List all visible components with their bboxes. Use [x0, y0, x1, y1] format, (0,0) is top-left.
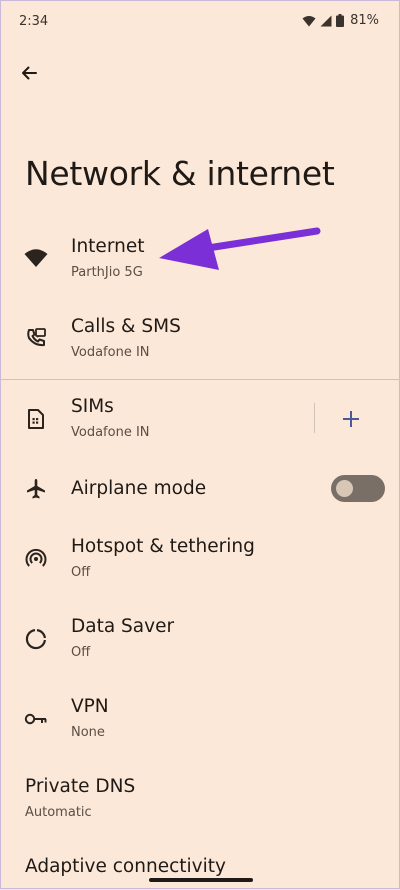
data-saver-subtitle: Off — [71, 645, 91, 660]
hotspot-row[interactable]: Hotspot & tethering Off — [1, 524, 400, 594]
key-icon — [23, 706, 49, 732]
signal-icon — [320, 15, 332, 26]
battery-percent: 81% — [350, 13, 379, 28]
internet-title: Internet — [71, 236, 145, 257]
airplane-mode-toggle[interactable] — [331, 475, 385, 502]
data-saver-icon — [23, 626, 49, 652]
adaptive-connectivity-title: Adaptive connectivity — [25, 856, 226, 877]
status-icons: 81% — [302, 13, 379, 28]
calls-sms-subtitle: Vodafone IN — [71, 345, 150, 360]
adaptive-connectivity-row[interactable]: Adaptive connectivity — [1, 844, 400, 890]
status-bar: 2:34 81% — [1, 1, 400, 41]
hotspot-title: Hotspot & tethering — [71, 536, 255, 557]
vpn-subtitle: None — [71, 725, 105, 740]
private-dns-subtitle: Automatic — [25, 805, 92, 820]
back-button[interactable] — [15, 59, 43, 87]
sims-divider — [314, 403, 315, 433]
status-time: 2:34 — [19, 14, 49, 29]
hotspot-subtitle: Off — [71, 565, 91, 580]
airplane-icon — [23, 476, 49, 502]
sims-row[interactable]: SIMs Vodafone IN — [1, 384, 301, 454]
data-saver-title: Data Saver — [71, 616, 175, 637]
battery-icon — [336, 14, 345, 27]
data-saver-row[interactable]: Data Saver Off — [1, 604, 400, 674]
section-divider — [1, 379, 400, 380]
add-sim-button[interactable] — [337, 405, 365, 433]
airplane-mode-title: Airplane mode — [71, 478, 207, 499]
private-dns-row[interactable]: Private DNS Automatic — [1, 764, 400, 834]
back-arrow-icon — [22, 66, 37, 80]
calls-sms-icon — [23, 325, 49, 351]
calls-sms-title: Calls & SMS — [71, 316, 181, 337]
page-title: Network & internet — [25, 154, 335, 193]
vpn-row[interactable]: VPN None — [1, 684, 400, 754]
vpn-title: VPN — [71, 696, 109, 717]
plus-icon — [343, 411, 359, 427]
sims-title: SIMs — [71, 396, 114, 417]
gesture-nav-bar[interactable] — [149, 878, 253, 882]
internet-subtitle: ParthJio 5G — [71, 265, 143, 280]
wifi-icon — [23, 245, 49, 271]
hotspot-icon — [23, 546, 49, 572]
toggle-knob — [336, 480, 353, 497]
sims-subtitle: Vodafone IN — [71, 425, 150, 440]
annotation-arrow — [159, 227, 321, 270]
calls-sms-row[interactable]: Calls & SMS Vodafone IN — [1, 304, 400, 374]
sim-card-icon — [23, 406, 49, 432]
private-dns-title: Private DNS — [25, 776, 136, 797]
wifi-status-icon — [302, 15, 316, 26]
